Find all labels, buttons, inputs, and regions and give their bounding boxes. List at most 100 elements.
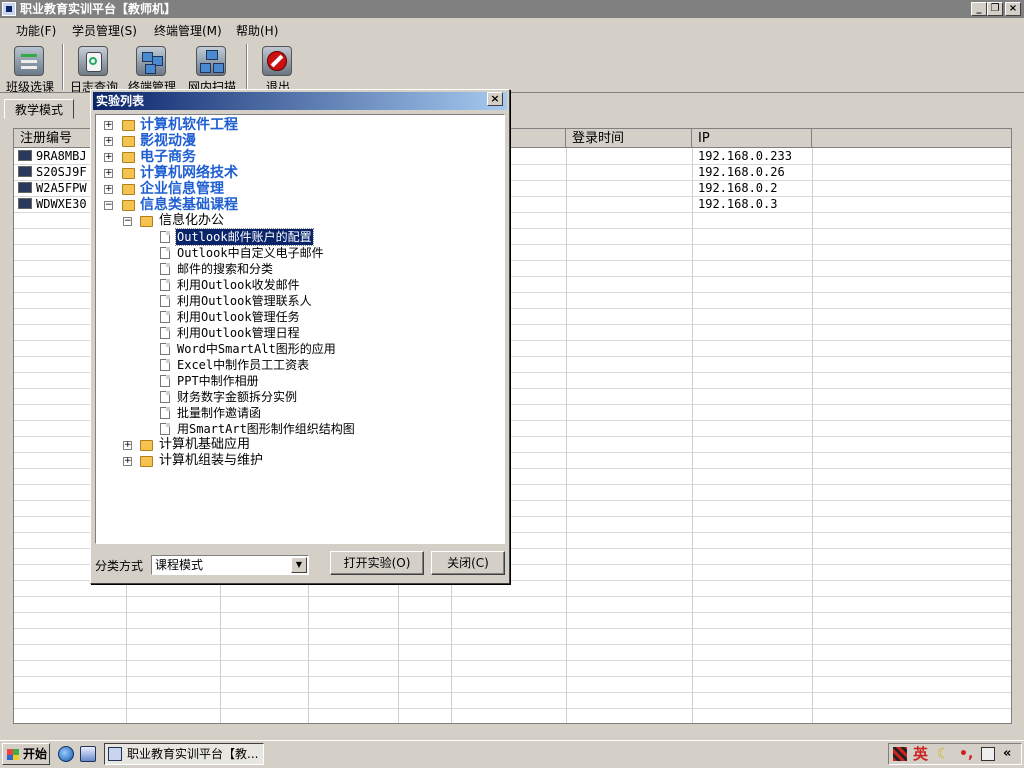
item-label[interactable]: Word中SmartAlt图形的应用 [176, 341, 337, 357]
cell-ip: 192.168.0.3 [698, 197, 778, 211]
close-icon[interactable]: × [1005, 2, 1021, 16]
item-label[interactable]: 利用Outlook收发邮件 [176, 277, 301, 293]
category-label[interactable]: 企业信息管理 [140, 181, 224, 197]
item-label[interactable]: Excel中制作员工工资表 [176, 357, 310, 373]
category-label[interactable]: 计算机软件工程 [140, 117, 238, 133]
minimize-icon[interactable]: _ [971, 2, 987, 16]
item-label[interactable]: 财务数字金额拆分实例 [176, 389, 298, 405]
chevron-down-icon[interactable]: ▼ [291, 557, 307, 573]
grid-hline [14, 628, 1011, 629]
taskbar-window-label: 职业教育实训平台【教... [127, 747, 259, 761]
category-label[interactable]: 影视动漫 [140, 133, 196, 149]
terminal-manage-button[interactable]: 终端管理 [122, 44, 182, 94]
network-scan-icon [196, 46, 226, 76]
item-label[interactable]: PPT中制作相册 [176, 373, 260, 389]
exit-button[interactable]: 退出 [248, 44, 308, 94]
exit-icon [262, 46, 292, 76]
windows-flag-icon [7, 749, 19, 760]
subcategory-label[interactable]: 计算机基础应用 [159, 437, 250, 453]
document-icon [160, 247, 170, 259]
subcategory-label[interactable]: 计算机组装与维护 [159, 453, 263, 469]
menu-terminal-manage[interactable]: 终端管理(M) [154, 22, 222, 39]
expand-plus-icon[interactable]: + [123, 457, 132, 466]
expand-plus-icon[interactable]: + [123, 441, 132, 450]
cell-ip: 192.168.0.26 [698, 165, 785, 179]
expand-plus-icon[interactable]: + [104, 121, 113, 130]
subcategory-label[interactable]: 信息化办公 [159, 213, 224, 229]
experiment-list-dialog: 实验列表 × + 计算机软件工程 + 影视动漫 + 电子商务 + 计算机网络技术… [90, 89, 510, 584]
document-icon [160, 375, 170, 387]
log-query-button[interactable]: 日志查询 [64, 44, 124, 94]
monitor-icon [18, 182, 32, 193]
system-tray: 英 ☾ •, « [888, 743, 1022, 765]
grid-hline [14, 660, 1011, 661]
item-label[interactable]: 批量制作邀请函 [176, 405, 262, 421]
item-label[interactable]: Outlook中自定义电子邮件 [176, 245, 325, 261]
class-select-label: 班级选课 [5, 80, 54, 94]
expand-plus-icon[interactable]: + [104, 185, 113, 194]
cell-ip: 192.168.0.2 [698, 181, 778, 195]
ie-icon[interactable] [58, 746, 74, 762]
start-label: 开始 [23, 747, 48, 761]
column-header-login-time[interactable]: 登录时间 [566, 129, 692, 148]
monitor-icon [18, 198, 32, 209]
category-label[interactable]: 计算机网络技术 [140, 165, 238, 181]
class-select-icon [14, 46, 44, 76]
window-title: 职业教育实训平台【教师机】 [20, 2, 177, 16]
menu-function[interactable]: 功能(F) [16, 22, 56, 39]
category-label[interactable]: 电子商务 [140, 149, 196, 165]
item-label-selected[interactable]: Outlook邮件账户的配置 [175, 228, 314, 246]
folder-icon [122, 136, 135, 147]
app-icon [108, 747, 122, 761]
item-label[interactable]: 利用Outlook管理任务 [176, 309, 301, 325]
dialog-titlebar[interactable]: 实验列表 [93, 92, 507, 110]
ime-keyboard-icon[interactable] [893, 747, 907, 761]
expand-plus-icon[interactable]: + [104, 137, 113, 146]
column-header-ip[interactable]: IP [692, 129, 812, 148]
class-select-button[interactable]: 班级选课 [0, 44, 60, 94]
experiment-tree: + 计算机软件工程 + 影视动漫 + 电子商务 + 计算机网络技术 + 企业信息… [95, 114, 505, 544]
document-icon [160, 343, 170, 355]
window-titlebar[interactable]: 职业教育实训平台【教师机】 _ ❐ × [0, 0, 1024, 18]
tray-expand-icon[interactable]: « [1003, 745, 1011, 763]
taskbar-window-button[interactable]: 职业教育实训平台【教... [104, 743, 264, 765]
document-icon [160, 359, 170, 371]
tab-teaching-mode[interactable]: 教学模式 [4, 99, 75, 119]
sort-mode-select[interactable]: 课程模式 ▼ [151, 555, 309, 575]
monitor-icon [18, 166, 32, 177]
folder-icon [140, 440, 153, 451]
show-desktop-icon[interactable] [80, 746, 96, 762]
network-scan-button[interactable]: 网内扫描 [182, 44, 242, 94]
moon-icon[interactable]: ☾ [937, 745, 950, 763]
expand-plus-icon[interactable]: + [104, 153, 113, 162]
item-label[interactable]: 利用Outlook管理联系人 [176, 293, 313, 309]
document-icon [160, 279, 170, 291]
folder-icon [140, 456, 153, 467]
ime-language-label[interactable]: 英 [913, 745, 928, 763]
column-header-filler [812, 129, 1011, 148]
restore-icon[interactable]: ❐ [987, 2, 1003, 16]
collapse-minus-icon[interactable]: − [123, 217, 132, 226]
grid-hline [14, 708, 1011, 709]
open-experiment-button[interactable]: 打开实验(O) [330, 551, 424, 575]
document-icon [160, 391, 170, 403]
punctuation-icon[interactable]: •, [959, 745, 973, 763]
item-label[interactable]: 用SmartArt图形制作组织结构图 [176, 421, 356, 437]
document-icon [160, 311, 170, 323]
log-query-icon [78, 46, 108, 76]
category-label[interactable]: 信息类基础课程 [140, 197, 238, 213]
close-dialog-button[interactable]: 关闭(C) [431, 551, 505, 575]
menu-help[interactable]: 帮助(H) [236, 22, 278, 39]
item-label[interactable]: 利用Outlook管理日程 [176, 325, 301, 341]
expand-plus-icon[interactable]: + [104, 169, 113, 178]
app-icon [2, 2, 16, 16]
collapse-minus-icon[interactable]: − [104, 201, 113, 210]
start-button[interactable]: 开始 [2, 743, 50, 765]
grid-hline [14, 692, 1011, 693]
item-label[interactable]: 邮件的搜索和分类 [176, 261, 274, 277]
menu-student-manage[interactable]: 学员管理(S) [72, 22, 137, 39]
soft-keyboard-icon[interactable] [981, 747, 995, 761]
folder-icon [140, 216, 153, 227]
document-icon [160, 295, 170, 307]
dialog-close-icon[interactable]: × [487, 92, 503, 106]
